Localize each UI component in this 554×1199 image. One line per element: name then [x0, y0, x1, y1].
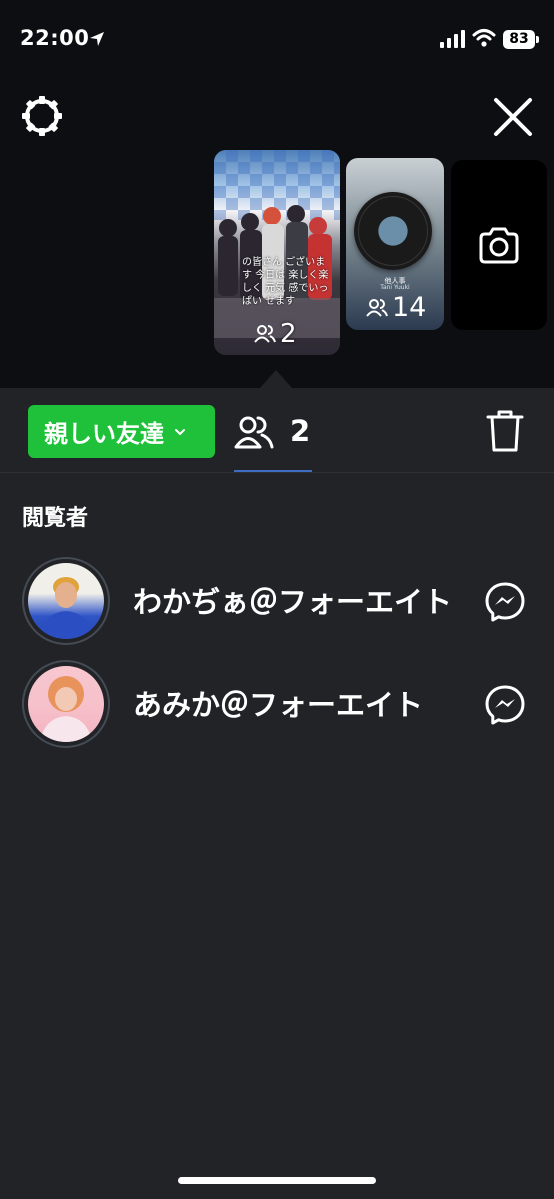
viewers-icon — [254, 325, 276, 343]
camera-icon — [479, 227, 519, 264]
battery-indicator: 83 — [503, 30, 535, 49]
story-thumbnail-current[interactable]: の皆さん ございます 今日は 楽しく楽しく 元気 感でいっぱい せます 2 — [214, 150, 340, 355]
cellular-signal-icon — [440, 30, 465, 48]
viewer-row[interactable]: わかぢぁ＠フォーエイト — [0, 557, 554, 649]
settings-gear-icon[interactable] — [20, 94, 64, 138]
avatar[interactable] — [22, 660, 110, 748]
viewer-name: わかぢぁ＠フォーエイト — [133, 585, 453, 619]
status-bar: 22:00 83 — [0, 0, 554, 80]
close-friends-audience-button[interactable]: 親しい友達 — [28, 405, 215, 458]
profile-photo — [38, 577, 94, 639]
add-story-camera-button[interactable] — [451, 160, 547, 330]
tab-viewers[interactable]: 2 — [234, 410, 312, 472]
avatar[interactable] — [22, 557, 110, 645]
messenger-icon[interactable] — [484, 684, 526, 726]
chevron-down-icon — [175, 428, 185, 435]
viewer-name: あみか＠フォーエイト — [133, 688, 424, 722]
battery-tip — [536, 36, 539, 43]
story-caption: の皆さん ございます 今日は 楽しく楽しく 元気 感でいっぱい せます — [242, 257, 329, 307]
trash-icon[interactable] — [486, 408, 524, 454]
messenger-icon[interactable] — [484, 581, 526, 623]
profile-photo — [40, 676, 92, 742]
viewers-icon — [366, 298, 388, 317]
viewer-toolbar: 親しい友達 2 — [0, 388, 554, 473]
viewers-icon — [234, 416, 274, 449]
story-thumbnail-music[interactable]: 他人事 Tani Yuuki 14 — [346, 158, 444, 330]
close-icon[interactable] — [490, 94, 536, 140]
vinyl-record-artwork — [354, 192, 432, 270]
location-arrow-icon — [90, 32, 104, 46]
story-viewer-count: 14 — [366, 292, 426, 323]
story-viewer-count-value: 2 — [280, 319, 297, 349]
audience-label: 親しい友達 — [44, 420, 164, 448]
status-time: 22:00 — [20, 26, 90, 50]
viewer-row[interactable]: あみか＠フォーエイト — [0, 660, 554, 752]
home-indicator[interactable] — [178, 1177, 376, 1184]
selected-story-pointer — [260, 370, 292, 388]
viewers-section-title: 閲覧者 — [22, 506, 89, 531]
viewers-tab-count: 2 — [290, 414, 311, 448]
story-viewer-count: 2 — [254, 319, 297, 349]
story-viewer-count-value: 14 — [392, 292, 427, 323]
wifi-icon — [472, 29, 496, 47]
song-artist: Tani Yuuki — [380, 284, 410, 291]
